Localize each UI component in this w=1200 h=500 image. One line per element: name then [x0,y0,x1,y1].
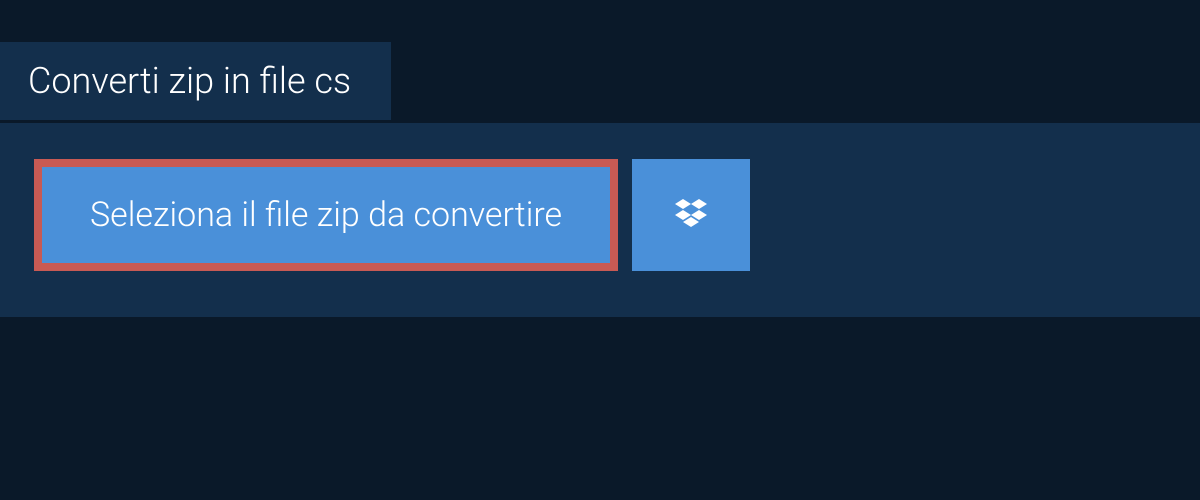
tab-container: Converti zip in file cs [0,42,391,120]
select-file-label: Seleziona il file zip da convertire [90,195,562,235]
tab-convert[interactable]: Converti zip in file cs [0,42,391,120]
tab-title: Converti zip in file cs [28,60,351,102]
button-row: Seleziona il file zip da convertire [34,159,1166,271]
select-file-button[interactable]: Seleziona il file zip da convertire [34,159,618,271]
dropbox-icon [671,195,711,235]
conversion-panel: Seleziona il file zip da convertire [0,123,1200,317]
dropbox-button[interactable] [632,159,750,271]
